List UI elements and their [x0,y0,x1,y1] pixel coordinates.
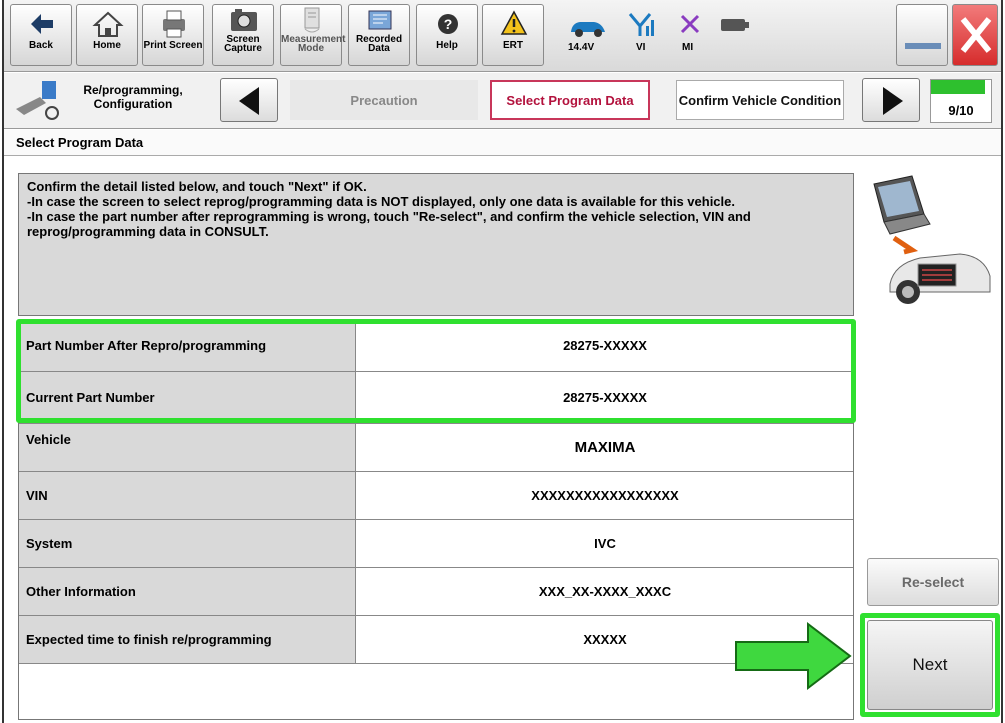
measurement-mode-label: Measurement Mode [281,34,346,54]
step-precaution: Precaution [290,80,478,120]
close-icon [953,5,997,65]
recorded-data-button[interactable]: Recorded Data [348,4,410,66]
row-label: Other Information [18,568,356,615]
next-button[interactable]: Next [867,620,993,710]
next-step-button[interactable] [862,78,920,122]
reselect-button[interactable]: Re-select [867,558,999,606]
table-row: Vehicle MAXIMA [18,424,854,472]
measurement-icon [281,5,341,35]
camera-icon [213,5,273,35]
row-value: XXX_XX-XXXX_XXXC [356,568,854,615]
instruction-line: -In case the screen to select reprog/pro… [27,194,735,209]
table-row: VIN XXXXXXXXXXXXXXXXX [18,472,854,520]
row-value: XXXXXXXXXXXXXXXXX [356,472,854,519]
mi-label: MI [682,42,694,53]
part-number-highlight [16,319,856,423]
svg-text:?: ? [444,16,453,32]
reprogramming-icon [12,79,64,126]
signal-icon [628,10,658,43]
breadcrumb-bar: Re/programming, Configuration Precaution… [4,73,1001,129]
progress-text: 9/10 [948,103,974,118]
table-row: Other Information XXX_XX-XXXX_XXXC [18,568,854,616]
recorded-data-icon [349,5,409,35]
ert-label: ERT [503,40,523,51]
toolbar: Back Home Print Screen Screen Capture Me… [4,0,1001,72]
row-value: MAXIMA [356,424,854,471]
home-button[interactable]: Home [76,4,138,66]
measurement-mode-button[interactable]: Measurement Mode [280,4,346,66]
table-row: Expected time to finish re/programming X… [18,616,854,664]
recorded-data-label: Recorded Data [355,34,403,54]
battery-icon [720,16,750,39]
back-label: Back [29,40,53,51]
progress-indicator: 9/10 [930,79,992,123]
page-title: Select Program Data [4,130,1001,156]
home-icon [77,5,137,41]
right-triangle-icon [883,87,903,115]
printer-icon [143,5,203,41]
empty-cell [18,664,854,719]
close-button[interactable] [952,4,998,66]
screen-capture-label: Screen Capture [224,34,262,54]
instructions-box: Confirm the detail listed below, and tou… [18,173,854,316]
print-screen-button[interactable]: Print Screen [142,4,204,66]
table-row: System IVC [18,520,854,568]
minimize-button[interactable] [896,4,948,66]
help-button[interactable]: ? Help [416,4,478,66]
instruction-line: -In case the part number after reprogram… [27,209,751,239]
green-arrow-icon [732,620,856,692]
ert-button[interactable]: ERT [482,4,544,66]
mi-cross-icon [678,12,702,41]
instruction-line: Confirm the detail listed below, and tou… [27,179,367,194]
app-label: Re/programming, Configuration [83,83,183,111]
table-row-empty [18,664,854,719]
vi-label: VI [636,42,646,53]
help-icon: ? [417,5,477,41]
row-value: IVC [356,520,854,567]
step-confirm-vehicle-condition: Confirm Vehicle Condition [676,80,844,120]
voltage-label: 14.4V [568,42,595,53]
warning-icon [483,5,543,41]
back-arrow-icon [11,5,71,41]
help-label: Help [436,40,458,51]
row-label: System [18,520,356,567]
status-indicators: 14.4V VI MI [554,6,884,68]
row-label: Vehicle [18,424,356,471]
progress-fill [931,80,985,94]
vehicle-icon [568,14,608,43]
row-label: VIN [18,472,356,519]
print-screen-label: Print Screen [143,40,203,51]
screen-capture-button[interactable]: Screen Capture [212,4,274,66]
minimize-icon [897,5,947,65]
back-button[interactable]: Back [10,4,72,66]
row-label: Expected time to finish re/programming [18,616,356,663]
laptop-car-illustration [860,172,992,310]
prev-step-button[interactable] [220,78,278,122]
home-label: Home [93,40,121,51]
step-select-program-data: Select Program Data [490,80,650,120]
left-triangle-icon [239,87,259,115]
